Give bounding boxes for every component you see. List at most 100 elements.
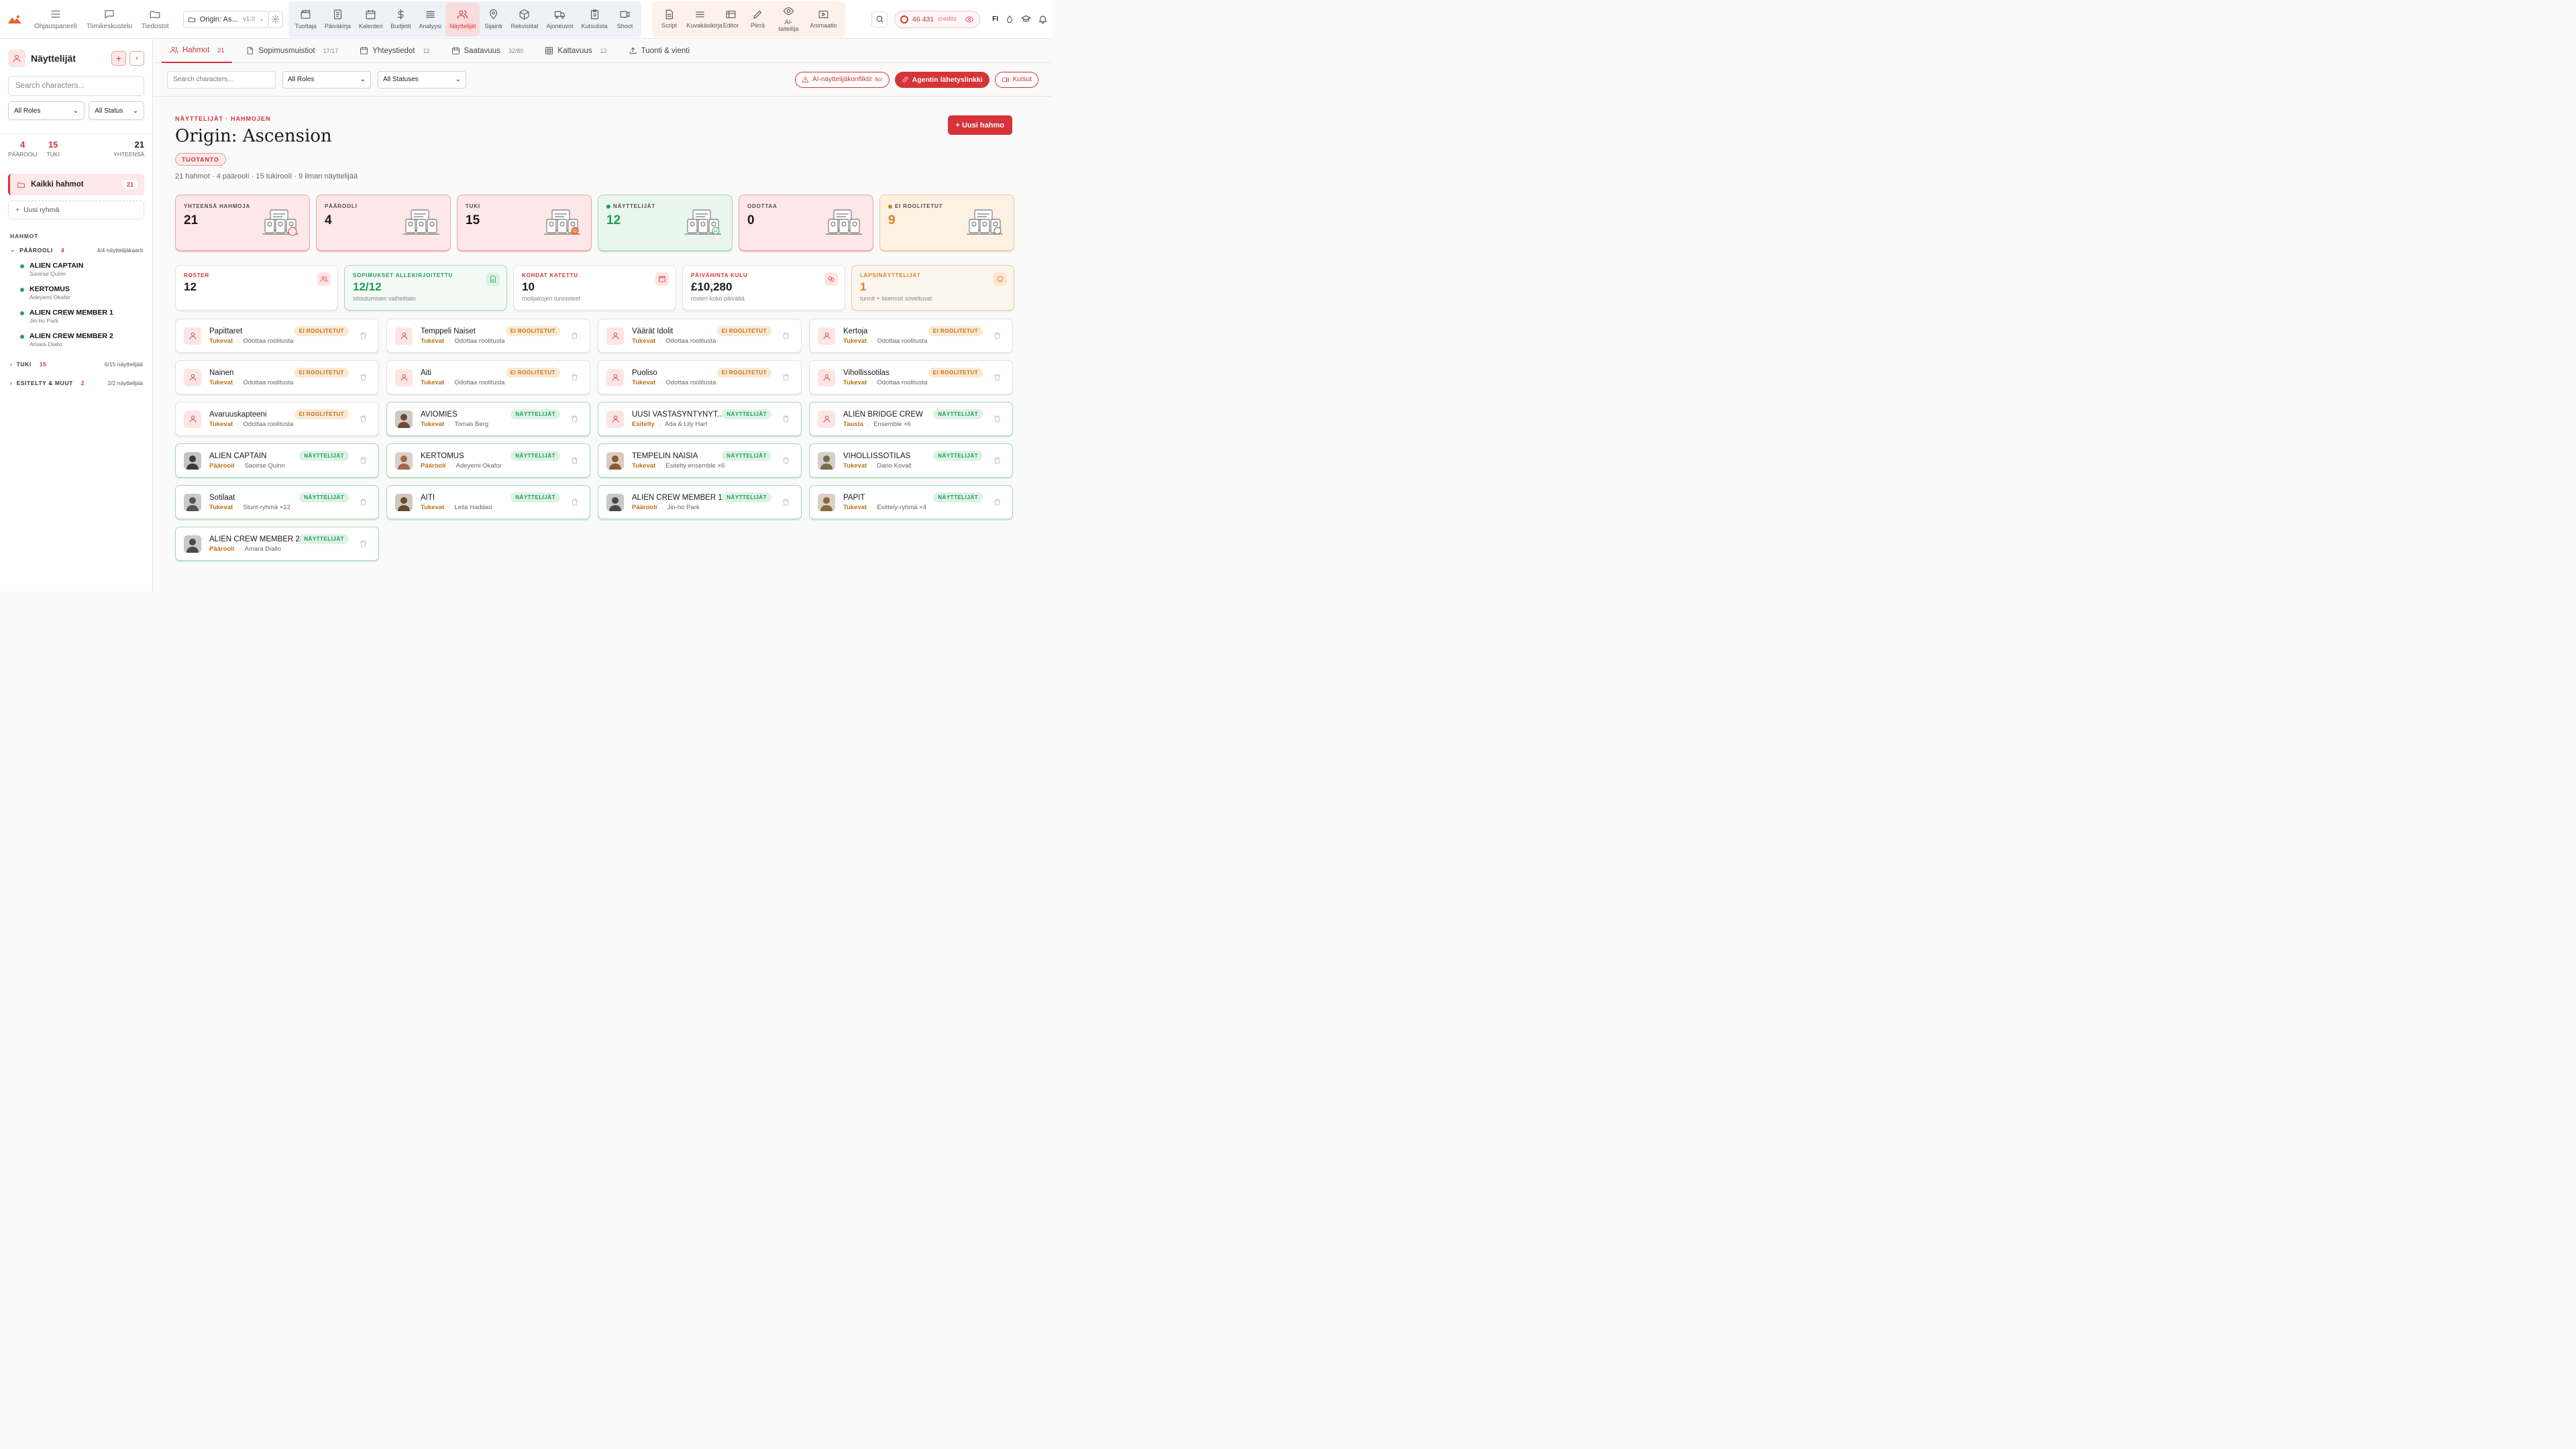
character-card[interactable]: PAPIT Tukevat · Esittely-ryhmä ×4 NÄYTTELIJÄ… [808, 484, 1013, 519]
delete-character-button[interactable] [359, 415, 368, 423]
app-logo[interactable] [0, 0, 30, 38]
delete-character-button[interactable] [570, 456, 579, 465]
character-card[interactable]: VIHOLLISSOTILAS Tukevat · Dario Kovač NÄYTTE… [808, 443, 1013, 478]
sidebar-search-input[interactable]: Search characters... [7, 75, 144, 96]
kpi-card[interactable]: EI ROOLITETUT 9 [879, 194, 1014, 251]
nav-folder[interactable]: Tiedostot [137, 0, 174, 38]
sidebar-role-select[interactable]: All Roles ⌄ [7, 101, 85, 120]
character-card[interactable]: Vihollissotilas Tukevat · Odottaa roolitust… [808, 360, 1013, 394]
delete-character-button[interactable] [359, 456, 368, 465]
all-characters-group[interactable]: Kaikki hahmot 21 [7, 173, 144, 195]
tool-journal[interactable]: Päiväkirja [321, 2, 355, 36]
kpi-card[interactable]: ODOTTAA 0 [738, 194, 873, 251]
kpi-card[interactable]: YHTEENSÄ HAHMOJA 21 [174, 194, 310, 251]
nav-dashboard[interactable]: Ohjauspaneeli [30, 0, 82, 38]
creative-tool-editor[interactable]: Editor [718, 2, 745, 36]
character-card[interactable]: Papittaret Tukevat · Odottaa roolitusta EI R… [174, 318, 379, 353]
creative-tool-play[interactable]: Animaatio [806, 2, 841, 36]
new-character-button[interactable]: + Uusi hahmo [947, 115, 1012, 135]
delete-character-button[interactable] [570, 331, 579, 340]
tool-clapper[interactable]: Tuottaja [291, 2, 321, 36]
tool-clipboard[interactable]: Kutsulista [578, 2, 612, 36]
character-card[interactable]: AVIOMIES Tukevat · Tomas Berg NÄYTTELIJÄT [386, 401, 590, 436]
tool-truck[interactable]: Ajoneuvot [542, 2, 577, 36]
language-selector[interactable]: FI [992, 15, 998, 23]
bell-icon[interactable] [1038, 14, 1048, 24]
tab-tuonti-vienti[interactable]: Tuonti & vienti [621, 38, 698, 62]
tab-sopimusmuistiot[interactable]: Sopimusmuistiot 17/17 [237, 38, 346, 62]
delete-character-button[interactable] [993, 415, 1002, 423]
character-card[interactable]: ALIEN BRIDGE CREW Tausta · Ensemble ×6 NÄYTT… [808, 401, 1013, 436]
tab-kattavuus[interactable]: Kattavuus 12 [537, 38, 614, 62]
group-row[interactable]: › ESITELTY & MUUT 2 2/2 näyttelijää [10, 380, 143, 386]
project-settings-button[interactable] [268, 10, 283, 28]
delete-character-button[interactable] [782, 498, 790, 506]
character-card[interactable]: Äiti Tukevat · Odottaa roolitusta EI ROOLITE… [386, 360, 590, 394]
invites-button[interactable]: Kutsut [994, 71, 1038, 88]
delete-character-button[interactable] [359, 373, 368, 382]
nav-chat[interactable]: Tiimikeskustelu [82, 0, 137, 38]
delete-character-button[interactable] [993, 456, 1002, 465]
project-selector[interactable]: Origin: As... v1.0 ⌄ [182, 10, 269, 28]
character-card[interactable]: KERTOMUS Pääroolí · Adeyemi Okafor NÄYTTELIJ… [386, 443, 590, 478]
sidebar-status-select[interactable]: All Status ⌄ [89, 101, 144, 120]
character-card[interactable]: Sotilaat Tukevat · Stunt-ryhmä ×12 NÄYTTELIJ… [174, 484, 379, 519]
ai-conflicts-button[interactable]: AI-näyttelijäkonfliktit 6cr [795, 71, 890, 88]
character-card[interactable]: UUSI VASTASYNTYNYT... Esitelty · Ada & Lily… [597, 401, 802, 436]
character-card[interactable]: Kertoja Tukevat · Odottaa roolitusta EI ROOL… [808, 318, 1013, 353]
add-character-button[interactable]: + [111, 50, 126, 66]
tool-stack[interactable]: Analyysi [415, 2, 445, 36]
delete-character-button[interactable] [570, 415, 579, 423]
character-card[interactable]: Nainen Tukevat · Odottaa roolitusta EI ROOLI… [174, 360, 379, 394]
sidebar-member[interactable]: ALIEN CREW MEMBER 2 Amara Diallo [19, 332, 152, 347]
delete-character-button[interactable] [782, 331, 790, 340]
theme-drop-icon[interactable] [1005, 14, 1014, 23]
delete-character-button[interactable] [782, 415, 790, 423]
delete-character-button[interactable] [782, 373, 790, 382]
character-card[interactable]: ALIEN CREW MEMBER 1 Pääroolí · Jin-ho Park N… [597, 484, 802, 519]
delete-character-button[interactable] [570, 498, 579, 506]
delete-character-button[interactable] [782, 456, 790, 465]
agent-link-button[interactable]: Agentin lähetyslinkki [894, 71, 989, 88]
kpi-card[interactable]: NÄYTTELIJÄT 12 [597, 194, 733, 251]
creative-tool-script[interactable]: Script [656, 2, 683, 36]
tool-dollar[interactable]: Budjetti [386, 2, 415, 36]
tool-camera[interactable]: Shoot [612, 2, 639, 36]
delete-character-button[interactable] [993, 331, 1002, 340]
graduation-cap-icon[interactable] [1021, 14, 1031, 24]
tab-yhteystiedot[interactable]: Yhteystiedot 12 [352, 38, 437, 62]
delete-character-button[interactable] [993, 498, 1002, 506]
character-card[interactable]: ALIEN CREW MEMBER 2 Pääroolí · Amara Diallo… [174, 526, 379, 561]
character-card[interactable]: Avaruuskapteeni Tukevat · Odottaa roolitust… [174, 401, 379, 436]
sidebar-member[interactable]: KERTOMUS Adeyemi Okafor [19, 285, 152, 301]
tool-pin[interactable]: Sijainti [480, 2, 506, 36]
sidebar-member[interactable]: ALIEN CAPTAIN Saoirse Quinn [19, 262, 152, 277]
tab-hahmot[interactable]: Hahmot 21 [161, 38, 233, 63]
new-group-button[interactable]: + Uusi ryhmä [7, 200, 144, 219]
group-row[interactable]: › TUKI 15 6/15 näyttelijää [10, 361, 143, 368]
roles-select[interactable]: All Roles ⌄ [282, 70, 371, 89]
kpi-card[interactable]: TUKI 15 [456, 194, 592, 251]
statuses-select[interactable]: All Statuses ⌄ [377, 70, 466, 89]
global-search-button[interactable] [871, 11, 888, 28]
delete-character-button[interactable] [359, 498, 368, 506]
creative-tool-lines[interactable]: Kuvakäsikirja [683, 2, 722, 36]
tool-cube[interactable]: Rekvisiitat [506, 2, 542, 36]
tool-calendar[interactable]: Kalenteri [355, 2, 387, 36]
group-row[interactable]: ⌄ PÄÄROOLI 4 4/4 näyttelijäkaarti [10, 246, 143, 254]
creative-tool-pencil[interactable]: Piirrä [745, 2, 771, 36]
character-card[interactable]: Puoliso Tukevat · Odottaa roolitusta EI ROOL… [597, 360, 802, 394]
kpi-card[interactable]: PÄÄROOLI 4 [315, 194, 451, 251]
tool-people[interactable]: Näyttelijät [445, 2, 480, 36]
character-card[interactable]: ALIEN CAPTAIN Pääroolí · Saoirse Quinn NÄYTT… [174, 443, 379, 478]
delete-character-button[interactable] [570, 373, 579, 382]
delete-character-button[interactable] [993, 373, 1002, 382]
character-card[interactable]: ÄITI Tukevat · Leila Haddad NÄYTTELIJÄT [386, 484, 590, 519]
delete-character-button[interactable] [359, 331, 368, 340]
sidebar-member[interactable]: ALIEN CREW MEMBER 1 Jin-ho Park [19, 309, 152, 324]
tab-saatavuus[interactable]: Saatavuus 32/80 [443, 38, 532, 62]
character-card[interactable]: TEMPELIN NAISIA Tukevat · Esitelty ensemble… [597, 443, 802, 478]
collapse-sidebar-button[interactable]: ‹ [129, 50, 144, 66]
creative-tool-eye[interactable]: AI-taiteilija [771, 2, 806, 36]
character-search-input[interactable]: Search characters... [166, 70, 276, 89]
